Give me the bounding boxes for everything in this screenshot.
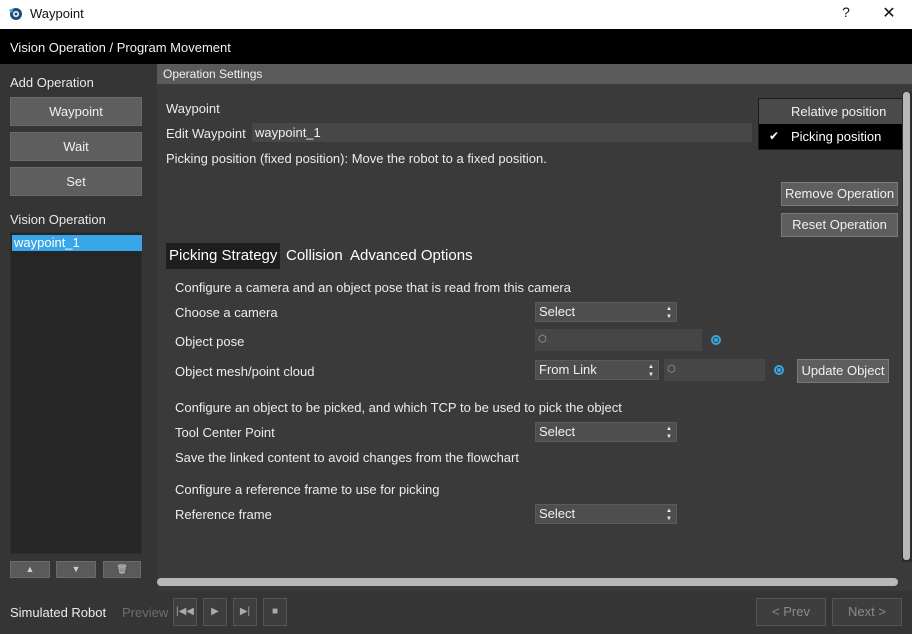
menu-item-label: Relative position [791, 104, 887, 119]
object-intro-text: Configure an object to be picked, and wh… [175, 400, 622, 415]
object-mesh-select[interactable]: From Link ▲ ▼ [535, 360, 659, 380]
reference-frame-label: Reference frame [175, 507, 272, 522]
object-mesh-select-value: From Link [539, 362, 597, 377]
play-icon[interactable]: ▶ [203, 598, 227, 626]
waypoint-name-input[interactable]: waypoint_1 [252, 123, 752, 142]
camera-select-value: Select [539, 304, 576, 319]
camera-intro-text: Configure a camera and an object pose th… [175, 280, 571, 295]
tcp-label: Tool Center Point [175, 425, 275, 440]
menu-item-relative-position[interactable]: Relative position [759, 99, 911, 124]
cube-icon: ⬡ [538, 334, 547, 345]
list-item[interactable]: waypoint_1 [12, 235, 142, 251]
reference-intro-text: Configure a reference frame to use for p… [175, 482, 440, 497]
tcp-select[interactable]: Select ▲ ▼ [535, 422, 677, 442]
check-icon: ✔ [769, 129, 780, 143]
delete-button[interactable]: 🗑 [103, 561, 141, 578]
reference-frame-select[interactable]: Select ▲ ▼ [535, 504, 677, 524]
object-mesh-label: Object mesh/point cloud [175, 364, 315, 379]
add-wait-button[interactable]: Wait [10, 132, 142, 161]
skip-to-start-icon[interactable]: |◀◀ [173, 598, 197, 626]
cube-icon: ⬡ [667, 364, 676, 375]
edit-waypoint-label: Edit Waypoint [166, 126, 246, 141]
breadcrumb: Vision Operation / Program Movement [10, 40, 231, 55]
help-button[interactable]: ? [836, 4, 856, 24]
settings-header: Operation Settings [157, 64, 912, 84]
updown-arrow-icon: ▲ ▼ [648, 364, 654, 378]
skip-to-end-icon[interactable]: ▶| [233, 598, 257, 626]
object-mesh-field[interactable]: ⬡ [664, 359, 765, 381]
save-note-text: Save the linked content to avoid changes… [175, 450, 519, 465]
updown-arrow-icon: ▲ ▼ [666, 426, 672, 440]
menu-item-label: Picking position [791, 129, 882, 144]
move-down-button[interactable]: ▼ [56, 561, 96, 578]
updown-arrow-icon: ▲ ▼ [666, 508, 672, 522]
remove-operation-button[interactable]: Remove Operation [781, 182, 898, 206]
menu-item-picking-position[interactable]: ✔ Picking position [759, 124, 911, 149]
tab-advanced-options[interactable]: Advanced Options [347, 243, 476, 269]
camera-select[interactable]: Select ▲ ▼ [535, 302, 677, 322]
app-icon [9, 8, 22, 20]
link-target-icon[interactable] [711, 335, 721, 345]
tab-collision[interactable]: Collision [283, 243, 346, 269]
tab-picking-strategy[interactable]: Picking Strategy [166, 243, 281, 269]
close-button[interactable]: ✕ [876, 3, 902, 25]
link-target-icon[interactable] [774, 365, 784, 375]
add-set-button[interactable]: Set [10, 167, 142, 196]
settings-title: Operation Settings [163, 67, 263, 81]
operation-type-label: Waypoint [166, 101, 220, 116]
object-pose-label: Object pose [175, 334, 245, 349]
operation-description: Picking position (fixed position): Move … [166, 151, 547, 166]
vision-operation-title: Vision Operation [10, 212, 106, 227]
next-button[interactable]: Next > [832, 598, 902, 626]
object-pose-field[interactable]: ⬡ [535, 329, 702, 351]
vertical-scrollbar[interactable] [903, 92, 910, 560]
add-waypoint-button[interactable]: Waypoint [10, 97, 142, 126]
position-type-menu: Relative position ✔ Picking position [758, 98, 912, 150]
header-bar: Vision Operation / Program Movement [0, 29, 912, 64]
title-bar: Waypoint ? ✕ [0, 0, 912, 29]
move-up-button[interactable]: ▲ [10, 561, 50, 578]
vision-operation-list: waypoint_1 [10, 232, 142, 554]
reference-frame-select-value: Select [539, 506, 576, 521]
add-operation-title: Add Operation [10, 75, 94, 90]
window-title: Waypoint [30, 6, 84, 21]
reset-operation-button[interactable]: Reset Operation [781, 213, 898, 237]
preview-label: Preview [122, 605, 169, 620]
horizontal-scrollbar[interactable] [157, 578, 898, 586]
updown-arrow-icon: ▲ ▼ [666, 306, 672, 320]
update-object-button[interactable]: Update Object [797, 359, 889, 383]
robot-label: Simulated Robot [10, 605, 107, 620]
stop-icon[interactable]: ■ [263, 598, 287, 626]
prev-button[interactable]: < Prev [756, 598, 826, 626]
camera-label: Choose a camera [175, 305, 278, 320]
tcp-select-value: Select [539, 424, 576, 439]
